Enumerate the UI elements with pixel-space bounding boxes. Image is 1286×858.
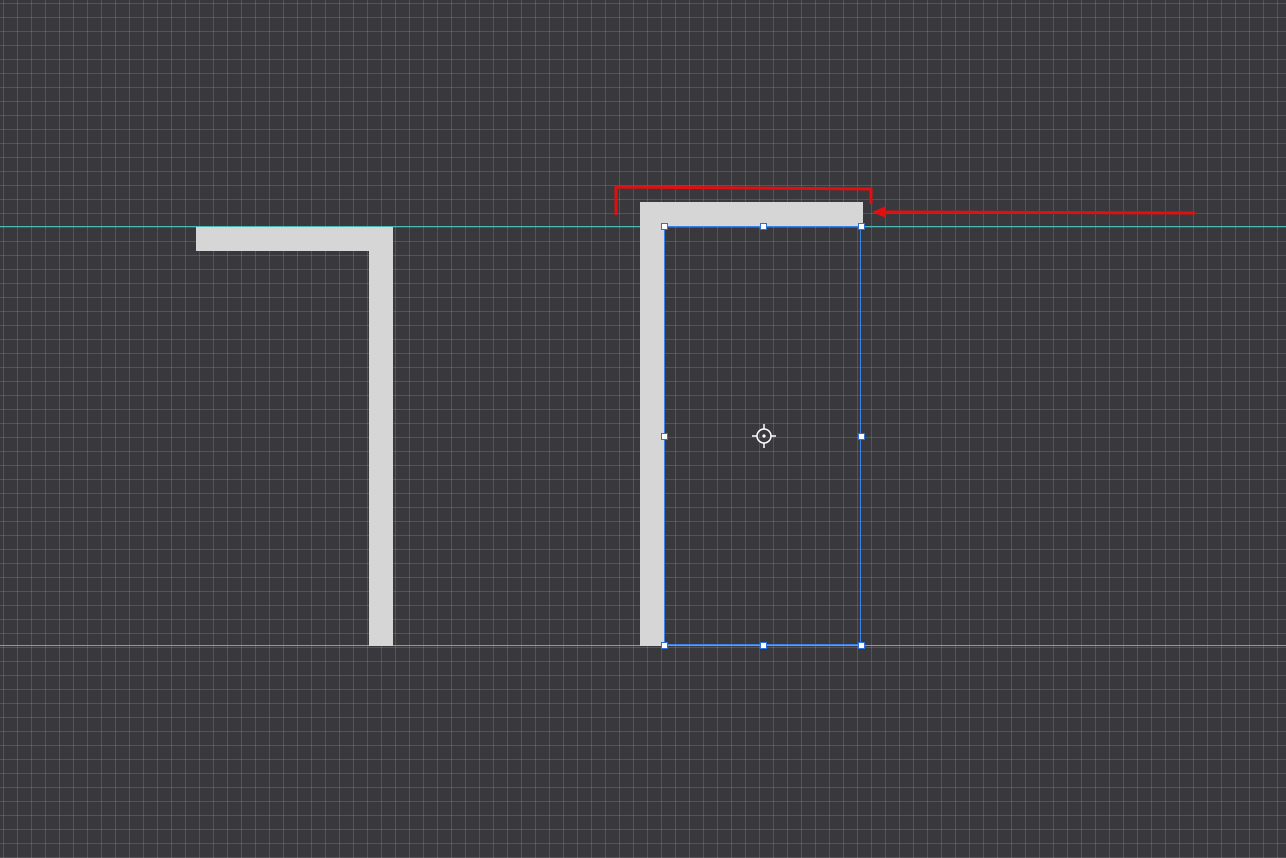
red-bracket-annotation [614,185,873,215]
red-arrow-annotation [872,206,1196,218]
drawing-canvas[interactable] [0,0,1286,858]
crosshair-pivot-icon[interactable] [752,424,776,448]
annotation-overlay [614,185,1196,448]
